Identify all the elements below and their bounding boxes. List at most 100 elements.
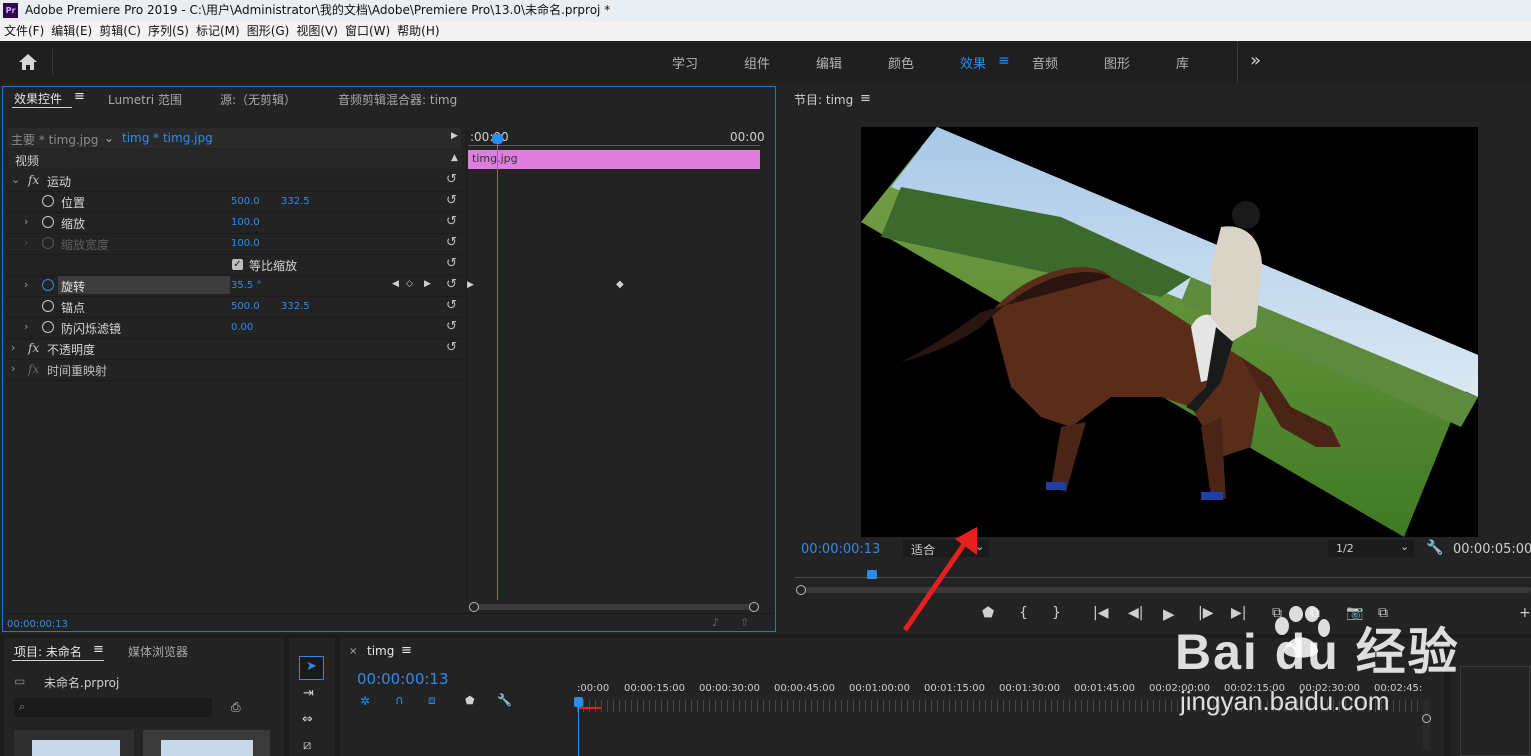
export-icon[interactable]: ⇧: [740, 616, 749, 629]
collapse-up-icon[interactable]: ▲: [451, 153, 458, 163]
chevron-right-icon[interactable]: ›: [11, 341, 15, 354]
wrench-icon[interactable]: 🔧: [1426, 540, 1443, 556]
stopwatch-icon[interactable]: [42, 216, 54, 228]
position-x-value[interactable]: 500.0: [231, 196, 260, 207]
tab-project[interactable]: 项目: 未命名: [14, 643, 82, 660]
menu-help[interactable]: 帮助(H): [393, 21, 442, 41]
menu-clip[interactable]: 剪辑(C): [95, 21, 144, 41]
linked-selection-icon[interactable]: ⧈: [428, 693, 436, 708]
antiflicker-value[interactable]: 0.00: [231, 322, 253, 333]
workspace-learn[interactable]: 学习: [672, 53, 698, 72]
timeline-playhead[interactable]: [574, 697, 583, 707]
chevron-down-icon[interactable]: ⌄: [11, 173, 20, 186]
selection-tool-button[interactable]: ➤: [299, 656, 324, 680]
resolution-dropdown[interactable]: 1/2 ⌄: [1328, 540, 1414, 557]
reset-icon[interactable]: ↺: [446, 235, 457, 250]
uniform-scale-checkbox[interactable]: ✓: [232, 259, 243, 270]
program-video-frame[interactable]: [861, 127, 1478, 537]
add-keyframe-icon[interactable]: ◇: [406, 279, 413, 289]
position-row[interactable]: 位置 500.0 332.5 ↺: [6, 191, 461, 213]
anchor-x-value[interactable]: 500.0: [231, 301, 260, 312]
add-marker-icon[interactable]: ⬟: [465, 694, 475, 707]
panel-menu-icon[interactable]: ≡: [74, 89, 85, 104]
tab-media-browser[interactable]: 媒体浏览器: [128, 643, 188, 660]
project-search-input[interactable]: ⌕: [14, 698, 212, 717]
ec-zoom-scrollbar[interactable]: [472, 604, 757, 610]
scale-value[interactable]: 100.0: [231, 217, 260, 228]
menu-file[interactable]: 文件(F): [0, 21, 47, 41]
program-monitor-title[interactable]: 节目: timg: [794, 91, 853, 108]
track-select-icon[interactable]: ⇥: [303, 686, 314, 701]
keyframe-start-icon[interactable]: ▶: [467, 280, 474, 290]
anchor-y-value[interactable]: 332.5: [281, 301, 310, 312]
chevron-right-icon[interactable]: ›: [24, 320, 28, 333]
scroll-handle-left[interactable]: [469, 602, 479, 612]
reset-icon[interactable]: ↺: [446, 277, 457, 292]
workspace-menu-icon[interactable]: ≡: [998, 53, 1010, 69]
razor-icon[interactable]: ⧄: [303, 738, 311, 753]
program-timecode[interactable]: 00:00:00:13: [801, 542, 880, 557]
playhead-handle[interactable]: [492, 134, 503, 144]
reset-icon[interactable]: ↺: [446, 172, 457, 187]
time-remap-row[interactable]: › fx 时间重映射: [6, 359, 461, 381]
ripple-edit-icon[interactable]: ⇔: [302, 712, 313, 727]
fx-icon[interactable]: fx: [28, 173, 39, 187]
reset-icon[interactable]: ↺: [446, 193, 457, 208]
tab-timeline-sequence[interactable]: timg: [367, 644, 394, 658]
menu-graphics[interactable]: 图形(G): [243, 21, 293, 41]
ec-timecode[interactable]: 00:00:00:13: [7, 619, 68, 630]
panel-menu-icon[interactable]: ≡: [401, 643, 412, 658]
go-to-in-icon[interactable]: |◀: [1093, 605, 1108, 621]
menu-markers[interactable]: 标记(M): [192, 21, 243, 41]
step-back-icon[interactable]: ◀|: [1128, 605, 1143, 621]
reset-icon[interactable]: ↺: [446, 340, 457, 355]
workspace-assembly[interactable]: 组件: [744, 53, 770, 72]
workspace-audio[interactable]: 音频: [1032, 53, 1058, 72]
menu-window[interactable]: 窗口(W): [341, 21, 393, 41]
stopwatch-active-icon[interactable]: [42, 279, 54, 291]
program-playhead[interactable]: [867, 570, 877, 579]
snap-magnet-icon[interactable]: ∩: [395, 693, 404, 707]
scroll-handle-right[interactable]: [749, 602, 759, 612]
mark-in-icon[interactable]: {: [1019, 605, 1028, 621]
mark-out-icon[interactable]: }: [1052, 605, 1061, 621]
anchor-row[interactable]: 锚点 500.0 332.5 ↺: [6, 296, 461, 318]
previous-keyframe-icon[interactable]: ◀: [392, 279, 399, 289]
add-button-icon[interactable]: +: [1519, 605, 1531, 621]
play-only-clip-icon[interactable]: ▶: [451, 131, 458, 141]
work-area-bar[interactable]: [577, 707, 601, 709]
sequence-clip-label[interactable]: timg * timg.jpg: [122, 131, 213, 145]
master-clip-label[interactable]: 主要 * timg.jpg: [11, 131, 98, 148]
workspace-editing[interactable]: 编辑: [816, 53, 842, 72]
keyframe-diamond-icon[interactable]: ◆: [616, 279, 624, 290]
ec-clip-bar[interactable]: timg.jpg: [468, 150, 760, 169]
more-workspaces-icon[interactable]: »: [1250, 50, 1261, 71]
reset-icon[interactable]: ↺: [446, 214, 457, 229]
play-icon[interactable]: ▶: [1163, 605, 1175, 623]
insert-nest-icon[interactable]: ✲: [360, 694, 370, 708]
antiflicker-row[interactable]: › 防闪烁滤镜 0.00 ↺: [6, 317, 461, 339]
tab-effect-controls[interactable]: 效果控件: [14, 90, 62, 107]
reset-icon[interactable]: ↺: [446, 319, 457, 334]
chevron-right-icon[interactable]: ›: [24, 215, 28, 228]
new-bin-icon[interactable]: ⎙: [231, 700, 241, 715]
reset-icon[interactable]: ↺: [446, 298, 457, 313]
chevron-down-icon[interactable]: ⌄: [104, 131, 114, 145]
stopwatch-icon[interactable]: [42, 195, 54, 207]
rotation-row[interactable]: › 旋转 35.5 ° ◀ ◇ ▶ ↺: [6, 275, 461, 297]
chevron-right-icon[interactable]: ›: [11, 362, 15, 375]
audio-icon[interactable]: ♪: [712, 616, 719, 629]
tab-audio-clip-mixer[interactable]: 音频剪辑混合器: timg: [338, 91, 457, 108]
menu-edit[interactable]: 编辑(E): [47, 21, 95, 41]
fx-icon[interactable]: fx: [28, 341, 39, 355]
rotation-value[interactable]: 35.5 °: [231, 280, 261, 291]
project-thumbnail[interactable]: [143, 730, 270, 756]
workspace-libraries[interactable]: 库: [1176, 53, 1189, 72]
stopwatch-icon[interactable]: [42, 321, 54, 333]
timeline-timecode[interactable]: 00:00:00:13: [357, 670, 449, 688]
chevron-right-icon[interactable]: ›: [24, 278, 28, 291]
project-thumbnail[interactable]: [14, 730, 134, 756]
opacity-row[interactable]: › fx 不透明度 ↺: [6, 338, 461, 360]
wrench-icon[interactable]: 🔧: [497, 693, 512, 707]
home-icon[interactable]: [18, 53, 38, 74]
